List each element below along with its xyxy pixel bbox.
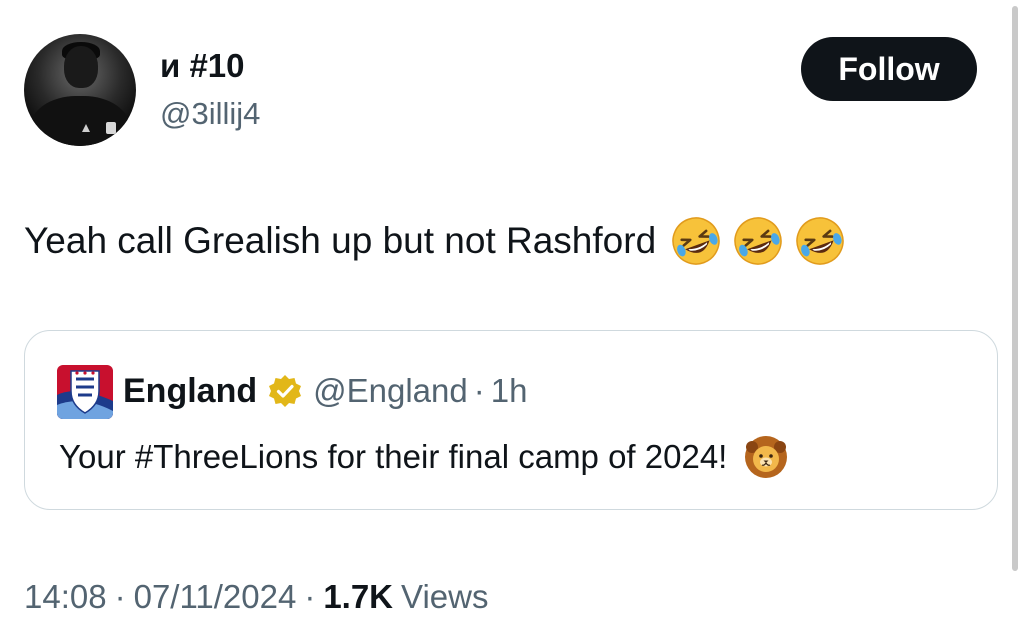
quoted-tweet-header: England @England · 1h <box>123 367 527 415</box>
quoted-author-name[interactable]: England <box>123 369 257 413</box>
tweet-page: и #10 @3illij4 Follow Yeah call Grealish… <box>0 0 1024 643</box>
avatar-kit-badge <box>106 122 116 134</box>
meta-separator-dot: · <box>114 578 126 615</box>
three-lions-crest-icon <box>57 365 113 419</box>
author-handle[interactable]: @3illij4 <box>160 94 260 134</box>
meta-separator-dot: · <box>304 578 316 615</box>
quoted-separator-dot: · <box>473 372 485 409</box>
author-display-name[interactable]: и #10 <box>160 46 245 86</box>
quoted-tweet-text: Your #ThreeLions for their final camp of… <box>59 438 728 475</box>
tweet-time[interactable]: 14:08 <box>24 575 107 619</box>
rolling-on-the-floor-laughing-icon <box>672 217 720 265</box>
quoted-tweet-card[interactable]: England @England · 1h Your #ThreeLions f… <box>24 330 998 510</box>
views-count[interactable]: 1.7K <box>323 575 393 619</box>
tweet-body: Yeah call Grealish up but not Rashford <box>24 215 856 267</box>
rolling-on-the-floor-laughing-icon <box>796 217 844 265</box>
tweet-meta: 14:08 · 07/11/2024 · 1.7K Views <box>24 572 488 622</box>
avatar-body-shape <box>30 96 130 146</box>
lion-face-icon <box>745 436 788 478</box>
views-label[interactable]: Views <box>401 575 488 619</box>
rolling-on-the-floor-laughing-icon <box>734 217 782 265</box>
follow-button[interactable]: Follow <box>801 37 977 101</box>
gold-verified-icon[interactable] <box>267 373 303 409</box>
tweet-text: Yeah call Grealish up but not Rashford <box>24 220 657 261</box>
england-crest-avatar[interactable] <box>57 365 113 419</box>
tweet-emoji-row <box>670 215 856 267</box>
quoted-author-handle[interactable]: @England <box>313 369 468 413</box>
tweet-date[interactable]: 07/11/2024 <box>134 575 297 619</box>
avatar-head-shape <box>64 46 98 88</box>
author-avatar[interactable] <box>24 34 136 146</box>
quoted-tweet-time[interactable]: 1h <box>491 369 528 413</box>
quoted-tweet-body: Your #ThreeLions for their final camp of… <box>59 431 789 483</box>
scrollbar[interactable] <box>1012 6 1018 571</box>
